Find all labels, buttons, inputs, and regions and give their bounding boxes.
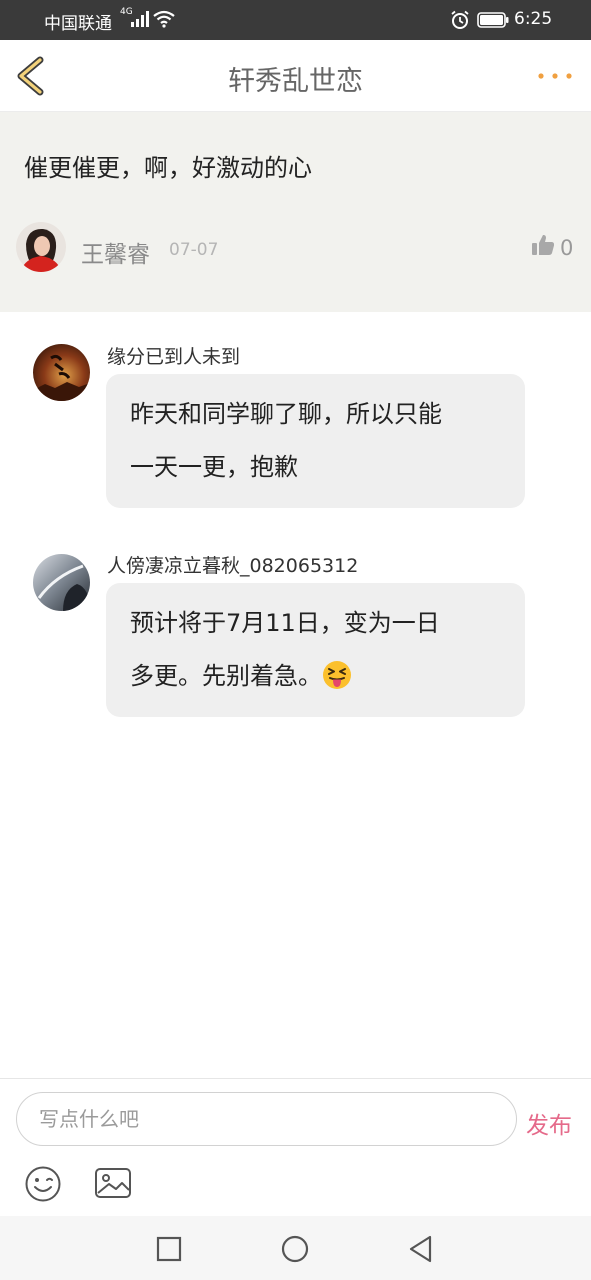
like-count: 0 [560,236,574,260]
reply-line: 预计将于7月11日，变为一日 [130,609,440,637]
reply-bubble: 预计将于7月11日，变为一日 多更。先别着急。 [106,583,525,717]
reply-line: 昨天和同学聊了聊，所以只能 [130,400,442,428]
post-content: 催更催更，啊，好激动的心 [24,154,312,182]
thumbs-up-icon[interactable] [531,233,555,257]
page-title: 轩秀乱世恋 [228,66,363,97]
more-dots-icon[interactable] [535,64,575,88]
smiley-icon[interactable] [24,1165,62,1203]
home-icon[interactable] [280,1234,310,1264]
wifi-icon [153,10,175,28]
status-bar: 中国联通 4G 6:25 [0,0,591,40]
reply-username[interactable]: 缘分已到人未到 [107,342,240,369]
back-triangle-icon[interactable] [406,1234,436,1264]
comment-input[interactable] [16,1092,517,1146]
author-avatar[interactable] [16,222,66,272]
clock-time: 6:25 [514,9,553,29]
alarm-icon [451,10,469,29]
publish-button[interactable]: 发布 [526,1106,572,1140]
original-post: 催更催更，啊，好激动的心 王馨睿 07-07 0 [0,112,591,312]
author-name[interactable]: 王馨睿 [81,235,150,269]
reply-avatar[interactable] [33,554,90,611]
image-icon[interactable] [94,1165,132,1201]
post-date: 07-07 [169,240,219,260]
reply-line: 一天一更，抱歉 [130,453,298,481]
reply-line-with-emoji: 多更。先别着急。 [130,650,501,703]
reply-username[interactable]: 人傍凄凉立暮秋_082065312 [107,551,358,578]
reply-line: 多更。先别着急。 [130,662,322,690]
battery-icon [477,12,509,28]
comment-input-bar: 发布 [0,1078,591,1216]
carrier-name: 中国联通 [44,14,112,34]
squinting-tongue-emoji-icon [323,661,351,689]
signal-icon [131,11,149,27]
reply-avatar[interactable] [33,344,90,401]
reply-bubble: 昨天和同学聊了聊，所以只能 一天一更，抱歉 [106,374,525,508]
recent-apps-icon[interactable] [154,1234,184,1264]
system-navigation-bar [0,1216,591,1280]
app-header: 轩秀乱世恋 [0,40,591,112]
